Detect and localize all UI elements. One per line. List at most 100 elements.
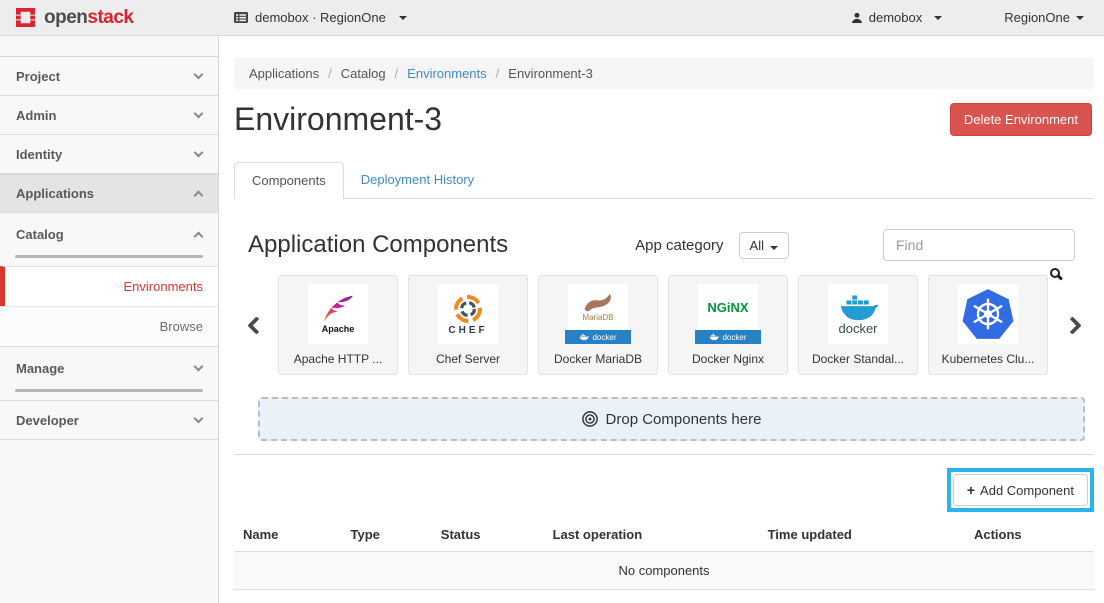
component-card-label: Docker Standal...: [812, 352, 904, 366]
carousel-prev-button[interactable]: [234, 319, 278, 332]
sidebar: Project Admin Identity Applications Cata…: [0, 36, 219, 603]
breadcrumb: ApplicationsCatalogEnvironmentsEnvironme…: [234, 58, 1094, 89]
sidebar-item-identity[interactable]: Identity: [0, 135, 218, 174]
tab-components[interactable]: Components: [234, 162, 344, 199]
user-menu-label: demobox: [869, 10, 922, 25]
delete-environment-button[interactable]: Delete Environment: [950, 103, 1092, 136]
add-component-button[interactable]: + Add Component: [953, 474, 1088, 506]
region-menu[interactable]: RegionOne: [1004, 10, 1084, 25]
chevron-down-icon: [194, 109, 204, 119]
user-menu[interactable]: demobox: [851, 10, 942, 25]
topbar-right-menus: demobox RegionOne: [851, 10, 1104, 25]
breadcrumb-current: Environment-3: [487, 66, 593, 81]
empty-table-row: No components: [234, 552, 1094, 590]
breadcrumb-environments-link[interactable]: Environments: [386, 66, 487, 81]
chevron-down-icon: [1076, 16, 1084, 20]
list-icon: [234, 12, 248, 23]
column-header-name: Name: [234, 518, 342, 552]
sidebar-item-label: Catalog: [16, 227, 64, 242]
top-navbar: openstack demobox · RegionOne: [0, 0, 1104, 36]
search-icon[interactable]: [1050, 268, 1060, 278]
main-content: ApplicationsCatalogEnvironmentsEnvironme…: [220, 36, 1104, 603]
column-header-actions: Actions: [965, 518, 1094, 552]
component-card-kubernetes[interactable]: Kubernetes Clu...: [928, 275, 1048, 375]
find-wrapper: [883, 229, 1075, 261]
target-icon: [582, 411, 598, 427]
tab-bar: Components Deployment History: [234, 162, 1094, 199]
mariadb-logo-text: MariaDB: [582, 314, 613, 322]
manage-group-underline: [15, 389, 203, 392]
sidebar-item-label: Project: [16, 69, 60, 84]
component-card-chef[interactable]: CHEF Chef Server: [408, 275, 528, 375]
chevron-down-icon: [194, 70, 204, 80]
breadcrumb-applications: Applications: [249, 66, 319, 81]
sidebar-item-applications[interactable]: Applications: [0, 174, 218, 213]
chevron-left-icon: [247, 316, 265, 334]
app-category-value: All: [750, 238, 764, 253]
sidebar-item-label: Developer: [16, 413, 79, 428]
horizon-dashboard: openstack demobox · RegionOne: [0, 0, 1104, 603]
column-header-time-updated: Time updated: [759, 518, 965, 552]
drop-components-zone[interactable]: Drop Components here: [258, 397, 1085, 441]
docker-badge-text: docker: [592, 333, 616, 342]
plus-icon: +: [967, 482, 975, 498]
sidebar-item-label: Applications: [16, 186, 94, 201]
component-card-label: Docker Nginx: [692, 352, 764, 366]
brand-wordmark: openstack: [44, 7, 134, 29]
component-card-docker-mariadb[interactable]: MariaDB docker Docker MariaDB: [538, 275, 658, 375]
chef-logo: CHEF: [438, 284, 498, 344]
add-component-label: Add Component: [980, 483, 1074, 498]
sidebar-item-admin[interactable]: Admin: [0, 96, 218, 135]
components-carousel: Apache Apache HTTP ... CHEF Chef Server: [234, 275, 1094, 375]
component-card-label: Docker MariaDB: [554, 352, 642, 366]
component-card-label: Chef Server: [436, 352, 500, 366]
docker-logo: docker: [828, 284, 888, 344]
chevron-up-icon: [194, 191, 204, 201]
openstack-logo-icon: [14, 7, 37, 28]
docker-badge-text: docker: [722, 333, 746, 342]
action-highlight-box: + Add Component: [947, 468, 1094, 512]
component-card-docker-standalone[interactable]: docker Docker Standal...: [798, 275, 918, 375]
sidebar-item-label: Identity: [16, 147, 62, 162]
docker-badge: docker: [695, 330, 761, 344]
breadcrumb-catalog: Catalog: [319, 66, 385, 81]
add-component-row: + Add Component: [234, 468, 1094, 512]
carousel-next-button[interactable]: [1050, 319, 1094, 332]
sidebar-item-browse[interactable]: Browse: [0, 306, 218, 346]
mariadb-logo: MariaDB: [568, 284, 628, 330]
project-region-switcher[interactable]: demobox · RegionOne: [234, 10, 407, 25]
page-title: Environment-3: [234, 101, 442, 138]
sidebar-item-catalog[interactable]: Catalog: [0, 213, 218, 255]
sidebar-item-label: Environments: [124, 279, 203, 294]
chevron-down-icon: [194, 362, 204, 372]
catalog-group-underline: [15, 255, 203, 258]
component-card-docker-nginx[interactable]: NGiNX docker Docker Nginx: [668, 275, 788, 375]
component-card-apache[interactable]: Apache Apache HTTP ...: [278, 275, 398, 375]
find-input[interactable]: [883, 229, 1075, 261]
app-category-dropdown[interactable]: All: [739, 232, 789, 259]
components-table: Name Type Status Last operation Time upd…: [234, 518, 1094, 590]
apache-logo: Apache: [308, 284, 368, 344]
apache-logo-text: Apache: [322, 325, 355, 334]
sidebar-top-strip: [0, 36, 218, 57]
chevron-down-icon: [194, 414, 204, 424]
sidebar-item-project[interactable]: Project: [0, 57, 218, 96]
chevron-down-icon: [770, 246, 778, 250]
chevron-down-icon: [399, 16, 407, 20]
docker-logo-text: docker: [838, 322, 877, 335]
sidebar-item-developer[interactable]: Developer: [0, 401, 218, 440]
user-icon: [851, 12, 863, 24]
openstack-logo[interactable]: openstack: [0, 7, 220, 29]
sidebar-item-label: Browse: [160, 319, 203, 334]
nginx-logo-text: NGiNX: [707, 301, 748, 314]
components-panel-header: Application Components App category All: [234, 229, 1094, 261]
tab-deployment-history[interactable]: Deployment History: [344, 162, 491, 199]
sidebar-item-environments[interactable]: Environments: [0, 266, 218, 306]
app-category-label: App category: [635, 237, 723, 254]
column-header-status: Status: [432, 518, 544, 552]
context-switcher-label: demobox · RegionOne: [255, 10, 386, 25]
sidebar-item-manage[interactable]: Manage: [0, 347, 218, 389]
component-card-label: Apache HTTP ...: [294, 352, 382, 366]
column-header-type: Type: [342, 518, 432, 552]
empty-message: No components: [234, 552, 1094, 590]
